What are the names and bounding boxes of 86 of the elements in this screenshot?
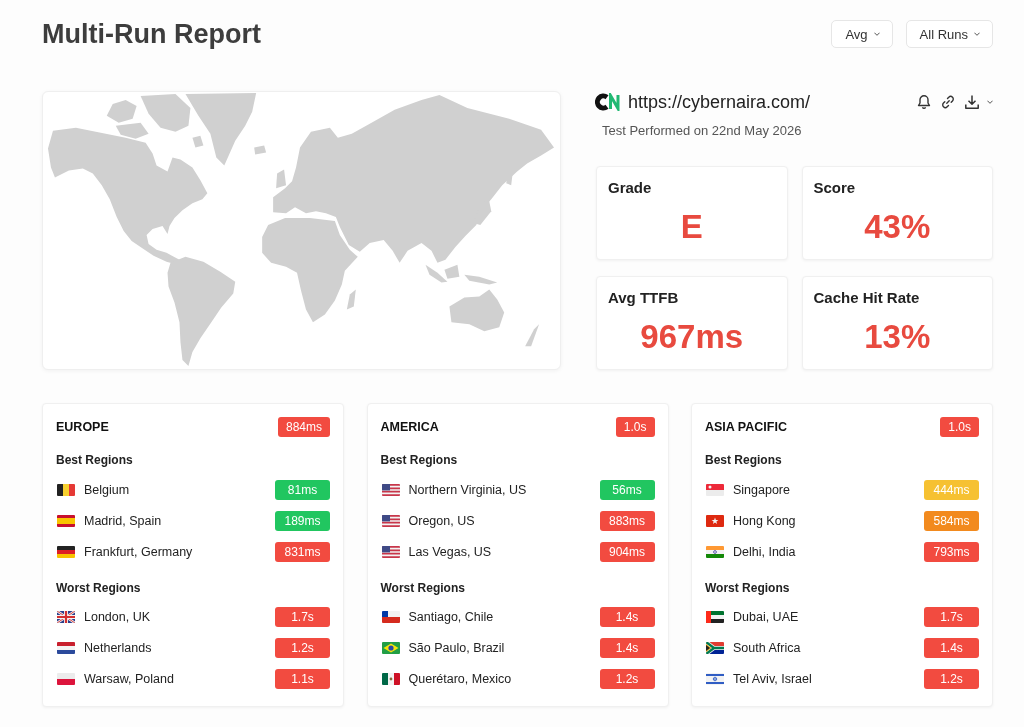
stat-label: Cache Hit Rate (813, 288, 920, 308)
latency-badge: 1.4s (924, 638, 979, 658)
logo-icon (595, 93, 621, 111)
latency-badge: 883ms (599, 510, 655, 531)
section-heading: Best Regions (56, 452, 133, 468)
latency-badge: 1.0s (940, 417, 979, 437)
section-heading: Best Regions (705, 452, 782, 468)
notification-bell-icon[interactable] (916, 94, 932, 110)
latency-badge: 444ms (924, 479, 979, 500)
latency-badge: 189ms (275, 510, 330, 531)
spain-flag-icon (57, 514, 75, 527)
south-africa-flag-icon (706, 642, 724, 654)
region-title: EUROPE (56, 420, 109, 434)
latency-badge: 1.1s (275, 669, 330, 689)
stat-value: E (680, 208, 703, 246)
location-name: Las Vegas, US (408, 544, 492, 559)
stat-value: 13% (864, 318, 931, 356)
latency-badge: 904ms (599, 541, 655, 562)
section-heading: Best Regions (380, 452, 458, 468)
caret-icon[interactable] (987, 100, 993, 104)
latency-badge: 1.2s (924, 669, 979, 689)
latency-badge: 56ms (599, 479, 655, 500)
singapore-flag-icon (706, 483, 724, 496)
location-name: Warsaw, Poland (84, 672, 174, 686)
dropdown-button[interactable]: Avg (831, 20, 893, 48)
united-states-flag-icon (381, 483, 400, 496)
download-icon[interactable] (964, 94, 980, 110)
location-name: Frankfurt, Germany (84, 544, 193, 559)
hong-kong-flag-icon (706, 514, 724, 527)
india-flag-icon (706, 545, 724, 558)
region-title: AMERICA (380, 420, 439, 434)
section-heading: Worst Regions (56, 579, 141, 596)
location-name: Tel Aviv, Israel (733, 672, 812, 686)
netherlands-flag-icon (57, 642, 75, 654)
latency-badge: 793ms (924, 541, 979, 562)
dropdown-button[interactable]: All Runs (905, 20, 993, 48)
germany-flag-icon (57, 545, 75, 558)
location-name: South Africa (733, 641, 801, 655)
stat-value: 967ms (640, 318, 744, 356)
test-date: Test Performed on 22nd May 2026 (602, 123, 802, 139)
location-name: Santiago, Chile (408, 610, 494, 624)
location-name: São Paulo, Brazil (408, 641, 505, 655)
stat-label: Grade (608, 178, 652, 198)
united-states-flag-icon (381, 545, 400, 558)
latency-badge: 1.2s (599, 669, 655, 689)
latency-badge: 1.4s (599, 607, 655, 627)
latency-badge: 1.0s (615, 417, 655, 437)
uae-flag-icon (706, 611, 724, 623)
region-title: ASIA PACIFIC (705, 420, 787, 434)
location-name: Singapore (733, 482, 790, 497)
section-heading: Worst Regions (380, 579, 465, 596)
page-title: Multi-Run Report (42, 18, 261, 50)
latency-badge: 1.7s (275, 607, 330, 627)
latency-badge: 1.4s (599, 638, 655, 658)
latency-badge: 584ms (924, 510, 979, 531)
section-heading: Worst Regions (705, 579, 790, 596)
brazil-flag-icon (381, 642, 400, 654)
location-name: Madrid, Spain (84, 513, 162, 528)
stat-label: Avg TTFB (608, 288, 679, 308)
caret-icon (974, 32, 980, 36)
united-states-flag-icon (381, 514, 400, 527)
latency-badge: 1.2s (275, 638, 330, 658)
belgium-flag-icon (57, 483, 75, 496)
mexico-flag-icon (381, 673, 400, 685)
location-name: London, UK (84, 610, 151, 624)
location-name: Oregon, US (408, 513, 475, 528)
poland-flag-icon (57, 673, 75, 685)
link-icon[interactable] (940, 94, 956, 110)
caret-icon (873, 32, 880, 36)
stat-value: 43% (864, 208, 931, 246)
israel-flag-icon (706, 673, 724, 685)
uk-flag-icon (57, 611, 75, 623)
location-name: Northern Virginia, US (408, 482, 527, 497)
latency-badge: 831ms (275, 541, 330, 562)
location-name: Delhi, India (733, 544, 796, 559)
location-name: Querétaro, Mexico (408, 672, 512, 686)
location-name: Dubai, UAE (733, 610, 799, 624)
location-name: Belgium (84, 482, 130, 497)
stat-label: Score (813, 178, 856, 198)
site-url: https://cybernaira.com/ (628, 91, 811, 113)
chile-flag-icon (381, 611, 400, 623)
latency-badge: 81ms (275, 479, 330, 500)
latency-badge: 1.7s (924, 607, 979, 627)
location-name: Hong Kong (733, 513, 796, 528)
location-name: Netherlands (84, 641, 152, 655)
latency-badge: 884ms (277, 417, 330, 437)
